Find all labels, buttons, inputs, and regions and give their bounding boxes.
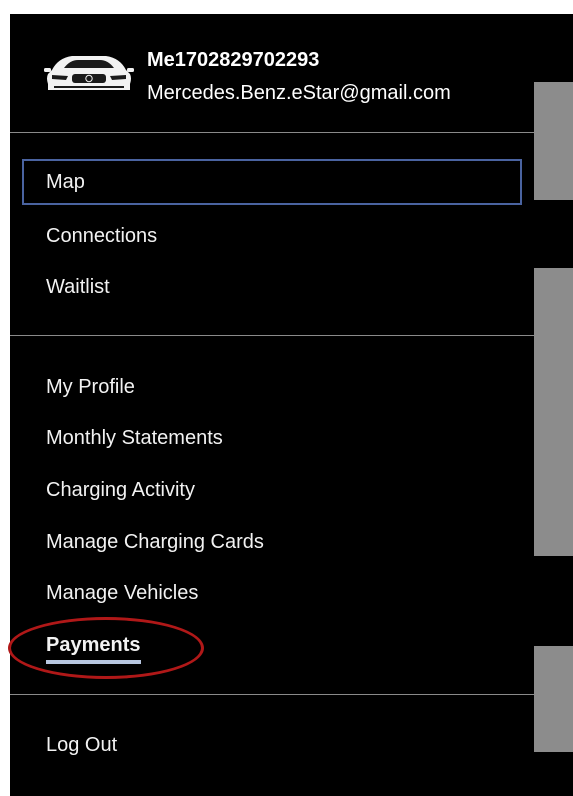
background-card <box>534 82 573 200</box>
menu-item-map[interactable]: Map <box>22 159 522 205</box>
menu-divider <box>10 694 534 695</box>
menu-item-manage-vehicles[interactable]: Manage Vehicles <box>22 570 522 616</box>
user-name: Me1702829702293 <box>147 49 320 71</box>
menu-item-waitlist[interactable]: Waitlist <box>22 264 522 310</box>
menu-item-log-out[interactable]: Log Out <box>22 722 522 768</box>
drawer-header: Me1702829702293 Mercedes.Benz.eStar@gmai… <box>10 14 534 132</box>
menu-divider <box>10 335 534 336</box>
user-email: Mercedes.Benz.eStar@gmail.com <box>147 82 451 104</box>
payments-label: Payments <box>46 622 141 668</box>
menu-item-connections[interactable]: Connections <box>22 213 522 259</box>
navigation-drawer: Me1702829702293 Mercedes.Benz.eStar@gmai… <box>10 14 534 796</box>
background-card <box>534 646 573 752</box>
background-card <box>534 268 573 556</box>
car-icon <box>44 56 134 90</box>
menu-item-my-profile[interactable]: My Profile <box>22 364 522 410</box>
payments-underline <box>46 660 141 664</box>
menu-item-charging-activity[interactable]: Charging Activity <box>22 467 522 513</box>
menu-item-monthly-statements[interactable]: Monthly Statements <box>22 415 522 461</box>
menu-item-payments[interactable]: Payments <box>22 622 522 668</box>
menu-divider <box>10 132 534 133</box>
payments-label-text: Payments <box>46 634 141 656</box>
menu-item-manage-charging-cards[interactable]: Manage Charging Cards <box>22 519 522 565</box>
